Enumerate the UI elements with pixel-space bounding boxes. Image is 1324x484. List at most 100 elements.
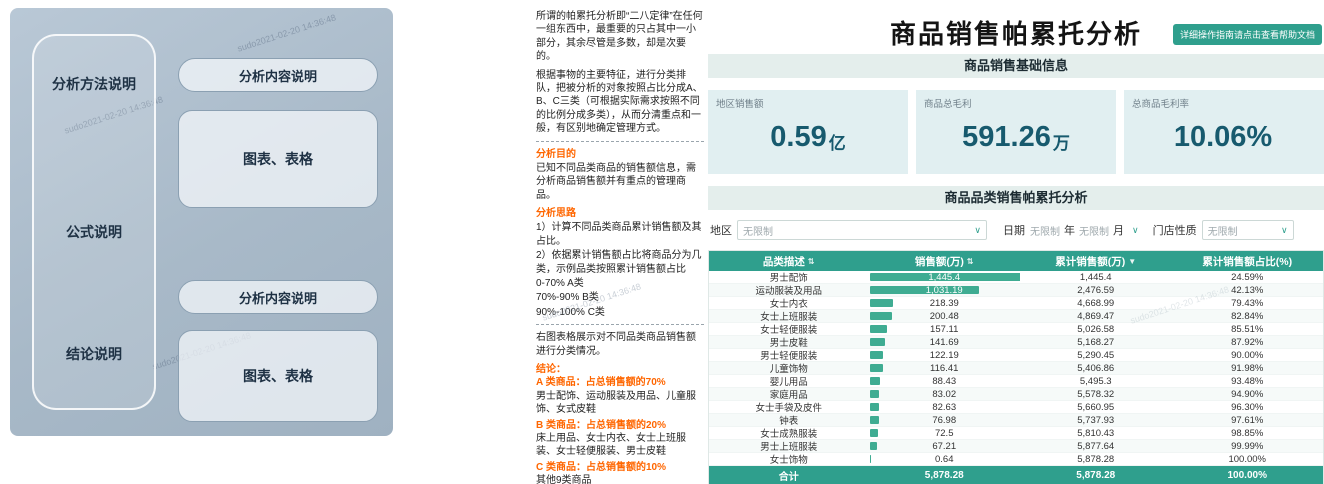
- region-select-value: 无限制: [743, 226, 773, 238]
- region-select[interactable]: 无限制 ∨: [737, 220, 987, 240]
- header-label: 销售额(万): [914, 255, 964, 268]
- category-cell: 女士手袋及皮件: [755, 403, 822, 413]
- sales-value: 218.39: [929, 297, 959, 309]
- sales-cell: 200.48: [868, 310, 1020, 322]
- sort-icon[interactable]: ⇅: [967, 257, 974, 266]
- table-row[interactable]: 男士上班服装 67.21 5,877.64 99.99%: [709, 440, 1323, 453]
- approach-line: 0-70% A类: [536, 278, 584, 290]
- sales-value: 83.02: [932, 388, 957, 400]
- approach-line: 2）依据累计销售额占比将商品分为几类，示例品类按照累计销售额占比: [536, 250, 702, 275]
- sales-bar: [870, 416, 879, 424]
- table-row[interactable]: 女士成熟服装 72.5 5,810.43 98.85%: [709, 427, 1323, 440]
- sales-bar: [870, 442, 878, 450]
- category-cell: 男士皮鞋: [769, 338, 808, 348]
- total-cumulative: 5,878.28: [1076, 469, 1116, 481]
- table-row[interactable]: 女士饰物 0.64 5,878.28 100.00%: [709, 453, 1323, 466]
- table-row[interactable]: 女士轻便服装 157.11 5,026.58 85.51%: [709, 323, 1323, 336]
- sort-desc-icon[interactable]: ▼: [1128, 257, 1136, 266]
- conclusion-a-title: A 类商品：占总销售额的70%: [536, 377, 666, 389]
- table-row[interactable]: 女士上班服装 200.48 4,869.47 82.84%: [709, 310, 1323, 323]
- cumulative-cell: 5,406.86: [1077, 362, 1115, 374]
- conclusion-a-detail: 男士配饰、运动服装及用品、儿童服饰、女式皮鞋: [536, 390, 696, 416]
- category-cell: 女士轻便服装: [760, 325, 818, 335]
- category-cell: 男士轻便服装: [760, 351, 818, 361]
- category-cell: 运动服装及用品: [755, 286, 822, 296]
- cumulative-cell: 5,878.28: [1077, 453, 1115, 465]
- pct-cell: 98.85%: [1231, 427, 1264, 439]
- chevron-down-icon: ∨: [974, 224, 981, 235]
- sales-bar: [870, 299, 894, 307]
- purpose-text: 已知不同品类商品的销售额信息，需分析商品销售额并有重点的管理商品。: [536, 162, 696, 201]
- pct-cell: 93.48%: [1231, 375, 1264, 387]
- approach-line: 1）计算不同品类商品累计销售额及其占比。: [536, 222, 702, 247]
- screenshot-canvas: sudo2021-02-20 14:36:48 sudo2021-02-20 1…: [0, 0, 1324, 484]
- date-filter[interactable]: 无限制 年 无限制 月 ∨: [1030, 220, 1139, 240]
- table-row[interactable]: 婴儿用品 88.43 5,495.3 93.48%: [709, 375, 1323, 388]
- sales-value: 116.41: [930, 362, 959, 374]
- store-type-select[interactable]: 无限制 ∨: [1201, 220, 1294, 240]
- table-row[interactable]: 女士手袋及皮件 82.63 5,660.95 96.30%: [709, 401, 1323, 414]
- sales-bar: [870, 312, 892, 320]
- sales-value: 141.69: [929, 336, 959, 348]
- table-row[interactable]: 男士皮鞋 141.69 5,168.27 87.92%: [709, 336, 1323, 349]
- cumulative-cell: 5,168.27: [1077, 336, 1115, 348]
- table-row[interactable]: 女士内衣 218.39 4,668.99 79.43%: [709, 297, 1323, 310]
- total-sales: 5,878.28: [924, 469, 964, 481]
- pct-cell: 91.98%: [1231, 362, 1264, 374]
- pct-cell: 90.00%: [1231, 349, 1264, 361]
- conclusion-b-detail: 床上用品、女士内衣、女士上班服装、女士轻便服装、男士皮鞋: [536, 432, 686, 458]
- sort-icon[interactable]: ⇅: [808, 257, 815, 266]
- header-pct[interactable]: 累计销售额占比(%): [1171, 251, 1323, 271]
- methodology-diagram: sudo2021-02-20 14:36:48 sudo2021-02-20 1…: [10, 8, 393, 436]
- sales-cell: 82.63: [868, 401, 1020, 413]
- sales-cell: 1,445.4: [868, 271, 1020, 283]
- conclusion-c-detail: 其他9类商品: [536, 475, 592, 484]
- table-row[interactable]: 男士轻便服装 122.19 5,290.45 90.00%: [709, 349, 1323, 362]
- kpi-unit: 亿: [828, 133, 846, 153]
- header-category[interactable]: 品类描述 ⇅: [709, 251, 868, 271]
- sales-value: 76.98: [932, 414, 957, 426]
- sales-cell: 157.11: [868, 323, 1020, 335]
- sales-cell: 116.41: [868, 362, 1020, 374]
- header-cumulative[interactable]: 累计销售额(万) ▼: [1020, 251, 1172, 271]
- sales-bar: [870, 351, 884, 359]
- chevron-down-icon: ∨: [1132, 224, 1139, 235]
- conclusion-b-title: B 类商品：占总销售额的20%: [536, 419, 667, 431]
- divider: [536, 324, 704, 326]
- sales-bar: [870, 364, 883, 372]
- table-row[interactable]: 儿童饰物 116.41 5,406.86 91.98%: [709, 362, 1323, 375]
- diagram-label-method: 分析方法说明: [52, 76, 136, 92]
- table-header-row: 品类描述 ⇅ 销售额(万) ⇅ 累计销售额(万) ▼ 累计销售额占比(%): [709, 251, 1323, 271]
- section-basic-info: 商品销售基础信息: [708, 54, 1324, 78]
- pct-cell: 97.61%: [1231, 414, 1264, 426]
- table-row[interactable]: 男士配饰 1,445.4 1,445.4 24.59%: [709, 271, 1323, 284]
- table-row[interactable]: 运动服装及用品 1,031.19 2,476.59 42.13%: [709, 284, 1323, 297]
- header-sales[interactable]: 销售额(万) ⇅: [868, 251, 1020, 271]
- sales-value: 122.19: [929, 349, 959, 361]
- help-button[interactable]: 详细操作指南请点击查看帮助文档: [1172, 24, 1322, 45]
- diagram-box-chart-table: 图表、表格: [178, 110, 378, 208]
- kpi-label: 总商品毛利率: [1132, 99, 1190, 110]
- sales-cell: 76.98: [868, 414, 1020, 426]
- diagram-box-chart-table: 图表、表格: [178, 330, 378, 422]
- chevron-down-icon: ∨: [1281, 224, 1288, 235]
- sales-cell: 1,031.19: [868, 284, 1020, 296]
- store-type-filter-label: 门店性质: [1152, 225, 1197, 237]
- store-type-select-value: 无限制: [1207, 226, 1238, 238]
- table-row[interactable]: 钟表 76.98 5,737.93 97.61%: [709, 414, 1323, 427]
- kpi-number: 10.06%: [1173, 120, 1273, 153]
- date-year-unit: 年: [1064, 225, 1075, 237]
- sales-bar: [870, 377, 880, 385]
- intro-paragraph: 根据事物的主要特征，进行分类排队，把被分析的对象按照占比分成A、B、C三类（可根…: [536, 69, 703, 135]
- sales-bar: [870, 390, 880, 398]
- table-row[interactable]: 家庭用品 83.02 5,578.32 94.90%: [709, 388, 1323, 401]
- category-cell: 女士饰物: [769, 455, 808, 465]
- sales-cell: 67.21: [868, 440, 1020, 452]
- cumulative-cell: 5,810.43: [1077, 427, 1115, 439]
- conclusion-heading: 结论：: [536, 363, 566, 375]
- diagram-left-container: 分析方法说明 公式说明 结论说明: [32, 34, 156, 410]
- category-cell: 婴儿用品: [769, 377, 808, 387]
- cumulative-cell: 4,869.47: [1077, 310, 1115, 322]
- sales-value: 67.21: [932, 440, 957, 452]
- diagram-label-conclusion: 结论说明: [66, 346, 122, 362]
